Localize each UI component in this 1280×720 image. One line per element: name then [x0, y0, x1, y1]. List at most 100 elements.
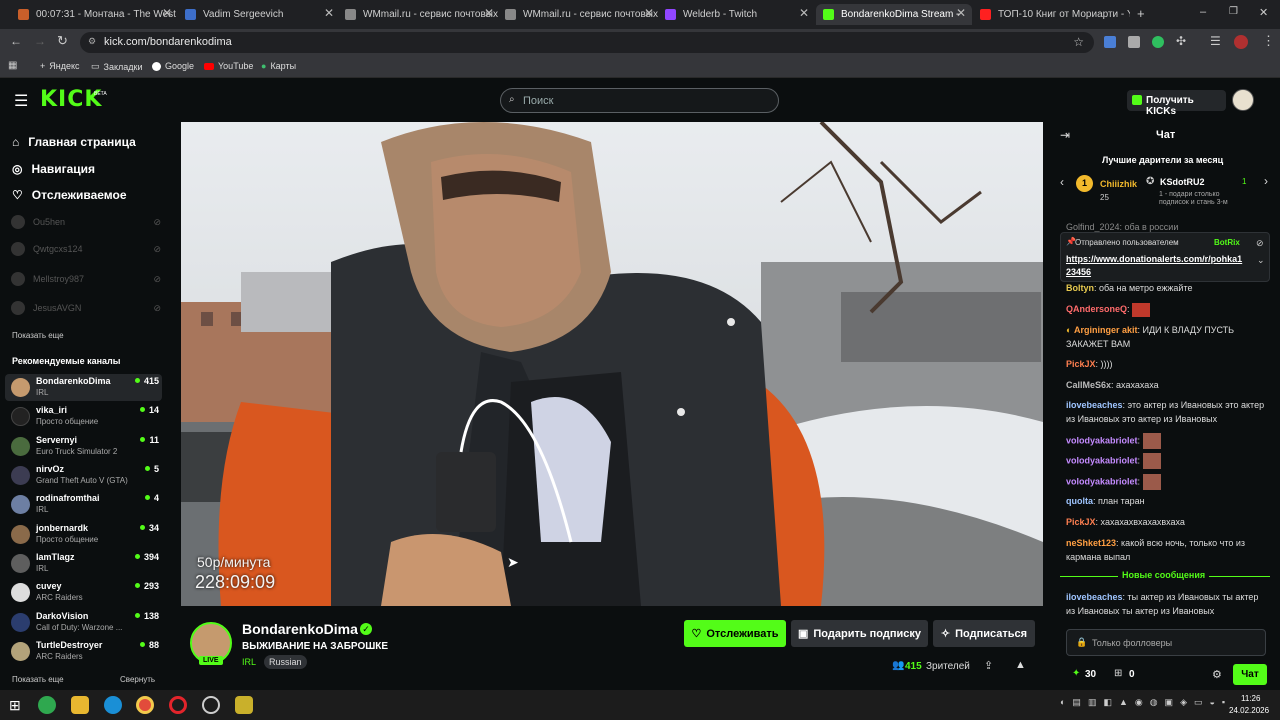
- file-explorer-icon[interactable]: [71, 696, 89, 714]
- second-gifter-name[interactable]: KSdotRU2: [1160, 177, 1205, 187]
- chat-username[interactable]: PickJX: [1066, 517, 1096, 527]
- app-icon[interactable]: [235, 696, 253, 714]
- close-window-icon[interactable]: ✕: [1259, 6, 1268, 19]
- pinned-message[interactable]: 📌 Отправлено пользователем BotRix https:…: [1060, 232, 1270, 282]
- share-icon[interactable]: ⇪: [984, 659, 993, 672]
- close-tab-icon[interactable]: ✕: [324, 6, 334, 20]
- browser-tab[interactable]: Welderb - Twitch ✕: [665, 4, 815, 25]
- maximize-icon[interactable]: ❐: [1229, 6, 1238, 17]
- chevron-left-icon[interactable]: ‹: [1060, 175, 1064, 189]
- bookmark-maps[interactable]: ● Карты: [261, 61, 296, 71]
- chat-username[interactable]: PickJX: [1066, 359, 1096, 369]
- follow-button[interactable]: ♡ Отслеживать: [684, 620, 786, 647]
- gift-subscription-button[interactable]: ▣ Подарить подписку: [791, 620, 928, 647]
- nav-home[interactable]: ⌂ Главная страница: [12, 135, 136, 149]
- chat-input[interactable]: 🔒 Только фолловеры: [1066, 629, 1266, 656]
- chevron-down-icon[interactable]: ⌄: [1257, 255, 1265, 266]
- recommended-channel[interactable]: lamTlagz IRL 394: [5, 550, 162, 577]
- search-input[interactable]: ⌕ Поиск: [500, 88, 779, 113]
- chat-username[interactable]: Argininger akit: [1074, 325, 1138, 335]
- forward-icon[interactable]: →: [34, 34, 46, 48]
- followed-channel-offline[interactable]: Ou5hen ⊘: [11, 215, 161, 229]
- bookmark-folder[interactable]: ▭ Закладки: [91, 61, 142, 72]
- chat-username[interactable]: ilovebeaches: [1066, 592, 1123, 602]
- reload-icon[interactable]: ↻: [57, 33, 68, 49]
- app-icon[interactable]: [38, 696, 56, 714]
- chat-username[interactable]: neShket123: [1066, 538, 1116, 548]
- subscribe-button[interactable]: ✧ Подписаться: [933, 620, 1035, 647]
- followed-channel-offline[interactable]: Mellstroy987 ⊘: [11, 272, 161, 286]
- system-tray-icons[interactable]: ◐▤▥◧▲◉◍▣◈▭◒▪: [1060, 697, 1232, 708]
- minimize-icon[interactable]: –: [1200, 6, 1206, 18]
- pinned-link[interactable]: https://www.donationalerts.com/r/pohka12…: [1066, 253, 1246, 279]
- gift-icon[interactable]: ⊞: [1114, 668, 1122, 679]
- recommended-channel[interactable]: cuvey ARC Raiders 293: [5, 579, 162, 606]
- recommended-channel[interactable]: jonbernardk Просто общение 34: [5, 521, 162, 548]
- recommended-channel[interactable]: vika_iri Просто общение 14: [5, 403, 162, 430]
- send-chat-button[interactable]: Чат: [1233, 664, 1267, 685]
- bookmark-yandex[interactable]: + Яндекс: [40, 61, 80, 71]
- recommended-channel[interactable]: DarkoVision Call of Duty: Warzone ... 13…: [5, 609, 162, 636]
- browser-tab[interactable]: 00:07:31 - Монтана - The West ✕: [18, 4, 178, 25]
- points-icon[interactable]: ✦: [1072, 668, 1080, 679]
- collapse-link[interactable]: Свернуть: [120, 675, 155, 684]
- edge-icon[interactable]: [104, 696, 122, 714]
- url-field[interactable]: ⚙ kick.com/bondarenkodima ☆: [80, 32, 1094, 53]
- puzzle-extensions-icon[interactable]: ✣: [1176, 34, 1186, 48]
- extension-icon[interactable]: [1152, 36, 1164, 48]
- extension-icon[interactable]: [1128, 36, 1140, 48]
- new-tab-icon[interactable]: +: [1137, 6, 1145, 21]
- bookmark-youtube[interactable]: YouTube: [204, 61, 253, 71]
- video-player[interactable]: 50р/минута 228:09:09 ➤: [181, 122, 1043, 606]
- apps-grid-icon[interactable]: ▦: [8, 60, 17, 71]
- show-more-link[interactable]: Показать еще: [12, 675, 64, 684]
- recommended-channel[interactable]: Servernyi Euro Truck Simulator 2 11: [5, 433, 162, 460]
- recommended-channel[interactable]: nirvOz Grand Theft Auto V (GTA) 5: [5, 462, 162, 489]
- recommended-channel[interactable]: TurtleDestroyer ARC Raiders 88: [5, 638, 162, 665]
- opera-icon[interactable]: [169, 696, 187, 714]
- close-tab-icon[interactable]: ✕: [799, 6, 809, 20]
- recommended-channel[interactable]: rodinafromthai IRL 4: [5, 491, 162, 518]
- browser-tab[interactable]: WMmail.ru - сервис почтовых ✕: [505, 4, 660, 25]
- back-icon[interactable]: ←: [10, 34, 22, 48]
- site-info-icon[interactable]: ⚙: [88, 36, 96, 47]
- user-avatar[interactable]: [1232, 89, 1254, 111]
- top-gifter-name[interactable]: Chiiizhik: [1100, 179, 1137, 189]
- chat-username[interactable]: volodyakabriolet: [1066, 455, 1138, 465]
- recommended-channel-active[interactable]: BondarenkoDima IRL 415: [5, 374, 162, 401]
- nav-following[interactable]: ♡ Отслеживаемое: [12, 188, 127, 202]
- chevron-right-icon[interactable]: ›: [1264, 174, 1268, 188]
- close-tab-icon[interactable]: ✕: [956, 6, 966, 20]
- chrome-icon[interactable]: [136, 696, 154, 714]
- stream-category-link[interactable]: IRL: [242, 657, 256, 667]
- app-icon[interactable]: [202, 696, 220, 714]
- settings-gear-icon[interactable]: ⚙: [1212, 668, 1222, 681]
- followed-channel-offline[interactable]: JesusAVGN ⊘: [11, 301, 161, 315]
- language-tag[interactable]: Russian: [264, 655, 307, 669]
- chat-username[interactable]: volodyakabriolet: [1066, 476, 1138, 486]
- chat-username[interactable]: volodyakabriolet: [1066, 435, 1138, 445]
- bookmark-google[interactable]: Google: [152, 61, 194, 71]
- browser-tab-active[interactable]: BondarenkoDima Stream - ✕: [816, 4, 972, 25]
- media-controls-icon[interactable]: ☰: [1210, 34, 1221, 48]
- browser-tab[interactable]: ТОП-10 Книг от Мориарти - Y: [980, 4, 1130, 25]
- close-tab-icon[interactable]: ✕: [484, 6, 494, 20]
- chat-username[interactable]: QAndersoneQ: [1066, 304, 1127, 314]
- nav-browse[interactable]: ◎ Навигация: [12, 162, 95, 176]
- browser-tab[interactable]: Vadim Sergeevich ✕: [185, 4, 340, 25]
- translate-extension-icon[interactable]: [1104, 36, 1116, 48]
- chat-username[interactable]: quolta: [1066, 496, 1093, 506]
- show-more-link[interactable]: Показать еще: [12, 331, 64, 340]
- close-tab-icon[interactable]: ✕: [644, 6, 654, 20]
- followed-channel-offline[interactable]: Qwtgcxs124 ⊘: [11, 242, 161, 256]
- report-icon[interactable]: ▲: [1015, 659, 1026, 671]
- windows-start-icon[interactable]: ⊞: [9, 697, 21, 714]
- unpin-icon[interactable]: ⊘: [1256, 238, 1264, 249]
- streamer-name[interactable]: BondarenkoDima: [242, 621, 358, 637]
- collapse-chat-icon[interactable]: ⇥: [1060, 128, 1070, 142]
- close-tab-icon[interactable]: ✕: [162, 6, 172, 20]
- get-kicks-button[interactable]: Получить KICKs: [1127, 90, 1226, 117]
- chat-username[interactable]: Boltyn: [1066, 283, 1094, 293]
- hamburger-menu-icon[interactable]: ☰: [14, 91, 28, 111]
- chat-username[interactable]: ilovebeaches: [1066, 400, 1123, 410]
